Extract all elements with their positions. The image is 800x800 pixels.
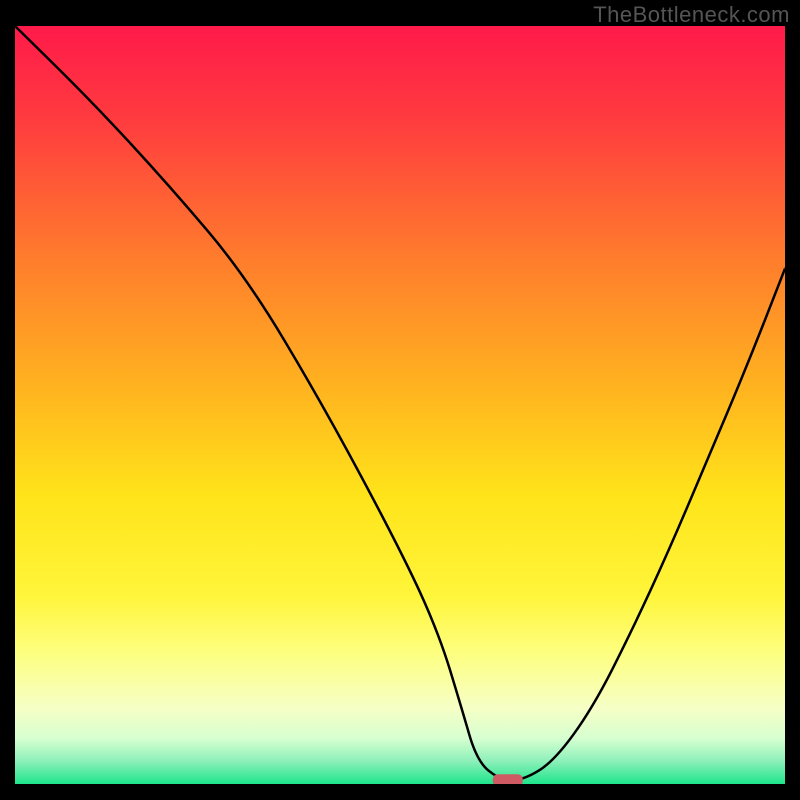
watermark-text: TheBottleneck.com — [593, 2, 790, 28]
bottleneck-chart — [15, 26, 785, 784]
plot-area — [15, 26, 785, 784]
gradient-background — [15, 26, 785, 784]
chart-frame: TheBottleneck.com — [0, 0, 800, 800]
optimal-marker — [493, 774, 523, 784]
